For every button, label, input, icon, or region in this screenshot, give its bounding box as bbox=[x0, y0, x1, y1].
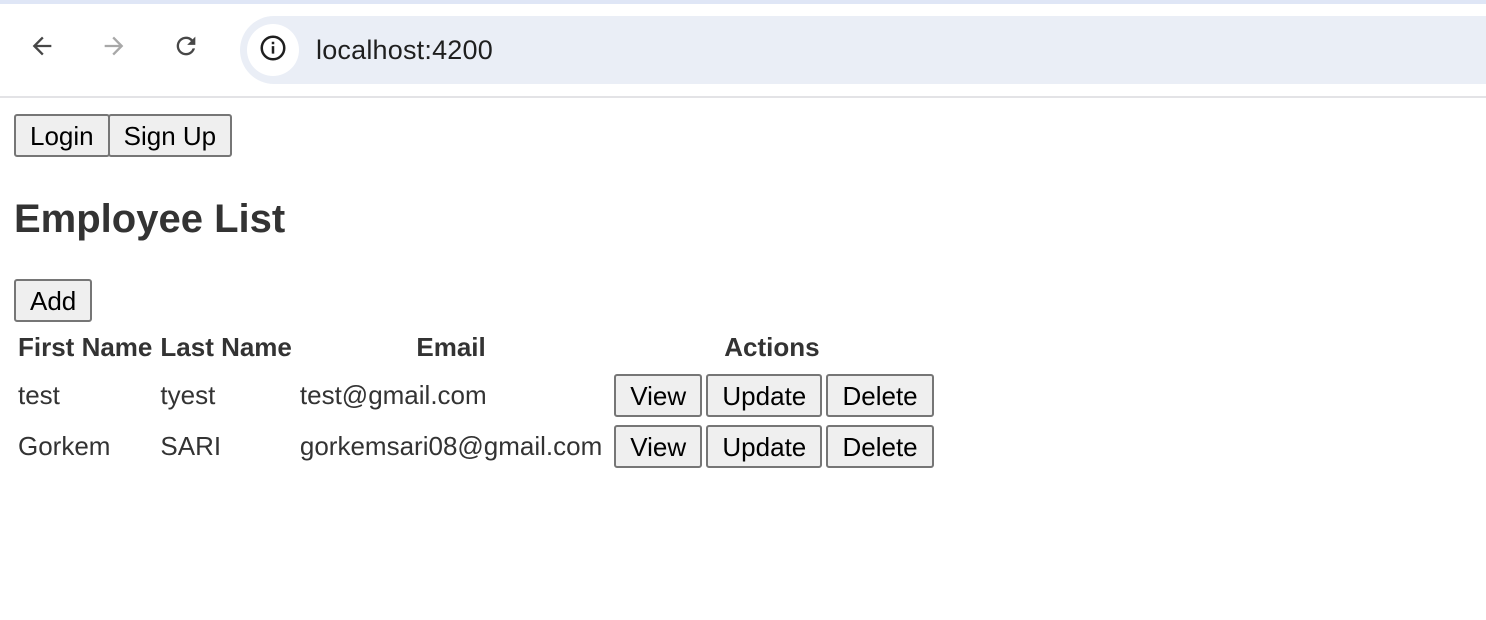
url-text[interactable]: localhost:4200 bbox=[316, 35, 493, 66]
signup-button[interactable]: Sign Up bbox=[107, 114, 233, 157]
cell-first-name: Gorkem bbox=[18, 431, 111, 461]
update-button[interactable]: Update bbox=[706, 425, 823, 468]
view-button[interactable]: View bbox=[614, 425, 703, 468]
cell-last-name: SARI bbox=[160, 431, 222, 461]
cell-email: test@gmail.com bbox=[299, 380, 487, 410]
app-content: Login Sign Up Employee List Add First Na… bbox=[0, 98, 1486, 488]
delete-button[interactable]: Delete bbox=[826, 425, 934, 468]
browser-toolbar: localhost:4200 bbox=[0, 0, 1486, 98]
cell-last-name: tyest bbox=[160, 380, 216, 410]
cell-first-name: test bbox=[18, 380, 60, 410]
view-button[interactable]: View bbox=[614, 374, 703, 417]
table-row: test tyest test@gmail.com View Update De… bbox=[16, 370, 936, 421]
address-bar[interactable]: localhost:4200 bbox=[240, 16, 1486, 84]
header-last-name: Last Name bbox=[160, 331, 292, 362]
cell-actions: View Update Delete bbox=[608, 421, 935, 472]
header-email: Email bbox=[416, 331, 486, 362]
auth-buttons: Login Sign Up bbox=[14, 114, 1472, 157]
header-actions: Actions bbox=[724, 331, 820, 362]
employee-table: First Name Last Name Email Actions test … bbox=[12, 324, 940, 472]
arrow-right-icon bbox=[100, 32, 128, 65]
forward-button[interactable] bbox=[96, 30, 132, 66]
update-button[interactable]: Update bbox=[706, 374, 823, 417]
reload-icon bbox=[172, 32, 200, 65]
reload-button[interactable] bbox=[168, 30, 204, 66]
table-row: Gorkem SARI gorkemsari08@gmail.com View … bbox=[16, 421, 936, 472]
arrow-left-icon bbox=[28, 32, 56, 65]
login-button[interactable]: Login bbox=[14, 114, 110, 157]
cell-actions: View Update Delete bbox=[608, 370, 935, 421]
add-employee-button[interactable]: Add bbox=[14, 279, 93, 322]
header-first-name: First Name bbox=[18, 331, 153, 362]
back-button[interactable] bbox=[24, 30, 60, 66]
info-icon bbox=[258, 33, 288, 68]
delete-button[interactable]: Delete bbox=[826, 374, 934, 417]
cell-email: gorkemsari08@gmail.com bbox=[299, 431, 603, 461]
page-title: Employee List bbox=[14, 197, 286, 241]
site-info-button[interactable] bbox=[247, 24, 299, 76]
table-header-row: First Name Last Name Email Actions bbox=[16, 324, 936, 370]
